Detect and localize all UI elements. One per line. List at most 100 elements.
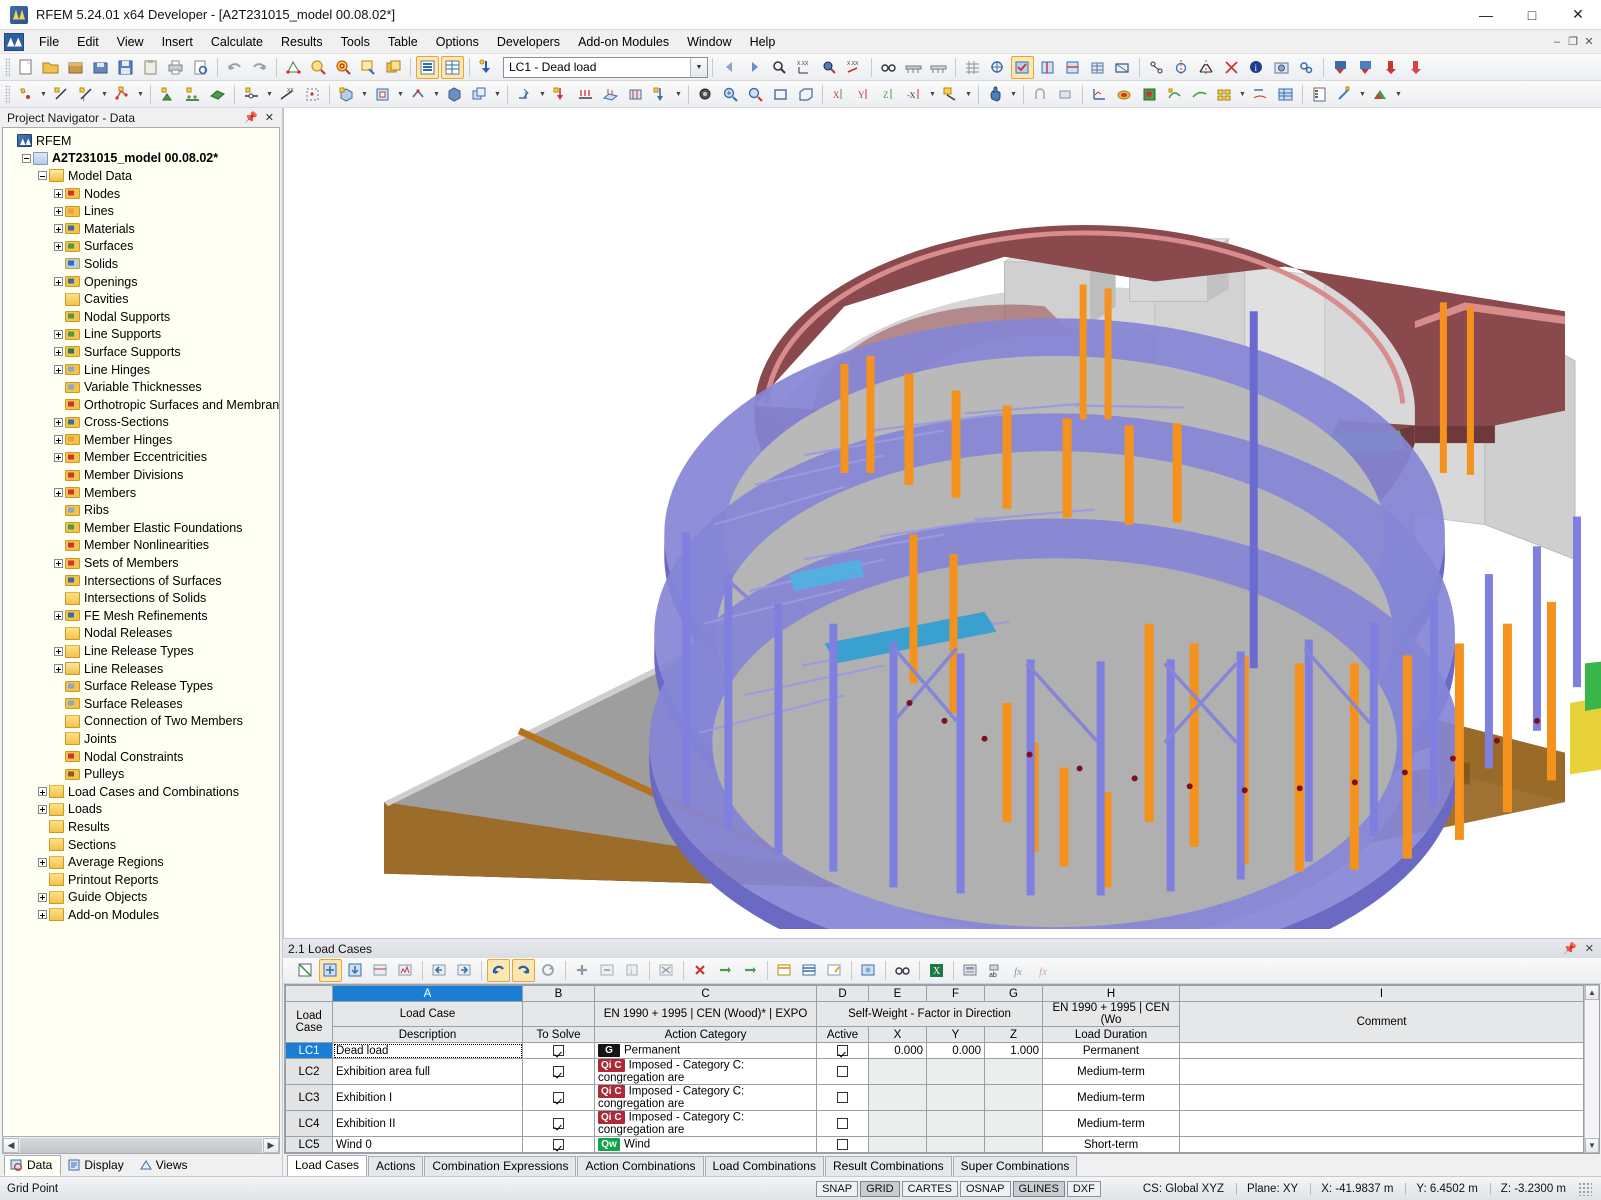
calc2-icon[interactable] xyxy=(1036,56,1059,79)
table-row[interactable]: LC2 Exhibition area full Qi C Imposed - Cat… xyxy=(285,1058,1584,1085)
to-solve-checkbox[interactable] xyxy=(522,1110,595,1137)
factor-y[interactable] xyxy=(926,1136,985,1153)
fe-mesh-icon[interactable] xyxy=(986,56,1009,79)
navigator-tab-display[interactable]: Display xyxy=(61,1155,132,1176)
zoom-detail-icon[interactable] xyxy=(307,56,330,79)
zoom-window-icon[interactable] xyxy=(357,56,380,79)
clipboard-icon[interactable] xyxy=(139,56,162,79)
load-duration[interactable]: Short-term xyxy=(1042,1136,1180,1153)
collapse-icon[interactable] xyxy=(22,153,31,163)
node-link-icon[interactable] xyxy=(1145,56,1168,79)
table-row[interactable]: LC1 Dead load G Permanent 0.000 0.000 1.000 Per… xyxy=(285,1042,1584,1059)
factor-z[interactable] xyxy=(984,1110,1043,1137)
self-weight-active-checkbox[interactable] xyxy=(816,1042,869,1059)
zoom-in-icon[interactable] xyxy=(719,83,742,106)
calculator-icon[interactable] xyxy=(959,959,982,982)
dimension-icon[interactable]: X.XX xyxy=(793,56,816,79)
tree-item-connection-of-two-members[interactable]: Connection of Two Members xyxy=(6,713,279,731)
navigator-tab-data[interactable]: Data xyxy=(4,1155,62,1176)
mirror-icon[interactable] xyxy=(1195,56,1218,79)
member-icon[interactable] xyxy=(407,83,430,106)
expand-icon[interactable] xyxy=(54,488,63,498)
circle-mirror-icon[interactable] xyxy=(1170,56,1193,79)
checkbox[interactable] xyxy=(553,1117,564,1129)
building-icon[interactable] xyxy=(1086,56,1109,79)
checkbox[interactable] xyxy=(553,1091,564,1103)
gears-icon[interactable] xyxy=(1295,56,1318,79)
expand-icon[interactable] xyxy=(54,664,63,674)
surface-icon[interactable] xyxy=(206,83,229,106)
load-duration[interactable]: Medium-term xyxy=(1042,1110,1180,1137)
info-icon[interactable]: i xyxy=(1245,56,1268,79)
solid-icon[interactable] xyxy=(335,83,358,106)
column-letter-d[interactable]: D xyxy=(816,985,869,1002)
tree-item-average-regions[interactable]: Average Regions xyxy=(6,853,279,871)
axis-x-icon[interactable]: X xyxy=(828,83,851,106)
load-duration[interactable]: Permanent xyxy=(1042,1042,1180,1059)
tree-item-loads[interactable]: Loads xyxy=(6,801,279,819)
mdi-close-button[interactable]: ✕ xyxy=(1581,34,1597,50)
tree-item-rfem[interactable]: RFEM xyxy=(6,132,279,150)
factor-x[interactable] xyxy=(868,1110,927,1137)
table-grid-icon[interactable] xyxy=(441,55,464,79)
action-category-cell[interactable]: Qi C Imposed - Category C: congregation a… xyxy=(594,1084,817,1111)
scroll-down-arrow-icon[interactable]: ▼ xyxy=(1585,1138,1599,1153)
table-tab-load-cases[interactable]: Load Cases xyxy=(287,1155,368,1176)
checkbox[interactable] xyxy=(553,1065,564,1077)
redo-icon[interactable] xyxy=(248,56,271,79)
window-close-button[interactable]: ✕ xyxy=(1555,0,1601,30)
status-toggle-snap[interactable]: SNAP xyxy=(816,1180,859,1197)
calc3-icon[interactable] xyxy=(1061,56,1084,79)
expand-icon[interactable] xyxy=(54,646,63,656)
column-letter-b[interactable]: B xyxy=(522,985,595,1002)
navigator-tab-views[interactable]: Views xyxy=(133,1155,197,1176)
menu-window[interactable]: Window xyxy=(678,32,740,52)
load-case-description[interactable]: Exhibition I xyxy=(332,1084,523,1111)
tree-item-member-nonlinearities[interactable]: Member Nonlinearities xyxy=(6,537,279,555)
copy-solid-icon[interactable] xyxy=(468,83,491,106)
status-toggle-dxf[interactable]: DXF xyxy=(1066,1180,1101,1197)
load-case-selector[interactable]: LC1 - Dead load ▼ xyxy=(503,56,708,78)
copy-window-icon[interactable] xyxy=(382,56,405,79)
pick-point-icon[interactable] xyxy=(768,56,791,79)
self-weight-active-checkbox[interactable] xyxy=(816,1058,869,1085)
checkbox[interactable] xyxy=(837,1065,848,1077)
axis-xi-icon[interactable]: -X xyxy=(903,83,926,106)
expand-icon[interactable] xyxy=(38,910,47,920)
section-icon[interactable] xyxy=(1249,83,1272,106)
menu-options[interactable]: Options xyxy=(427,32,488,52)
tree-item-line-supports[interactable]: Line Supports xyxy=(6,326,279,344)
chevron-down-icon[interactable]: ▼ xyxy=(1357,83,1368,106)
close-icon[interactable]: ✕ xyxy=(265,111,274,124)
render-mode-icon[interactable] xyxy=(939,83,962,106)
mesh-gear-icon[interactable] xyxy=(694,83,717,106)
comment-cell[interactable] xyxy=(1179,1110,1584,1137)
checkbox[interactable] xyxy=(553,1138,564,1150)
load-case-id[interactable]: LC1 xyxy=(285,1042,333,1059)
next-arrow-icon[interactable] xyxy=(743,56,766,79)
menu-insert[interactable]: Insert xyxy=(153,32,202,52)
excel-icon[interactable]: X xyxy=(925,959,948,982)
tree-item-materials[interactable]: Materials xyxy=(6,220,279,238)
prev-page-icon[interactable] xyxy=(428,959,451,982)
bridge2-icon[interactable] xyxy=(927,56,950,79)
expand-icon[interactable] xyxy=(54,189,63,199)
load-case-description[interactable]: Exhibition II xyxy=(332,1110,523,1137)
load-duration[interactable]: Medium-term xyxy=(1042,1084,1180,1111)
node-icon[interactable] xyxy=(14,83,37,106)
load-case-description[interactable]: Exhibition area full xyxy=(332,1058,523,1085)
edit-table-icon[interactable] xyxy=(319,959,342,982)
save-package-icon[interactable] xyxy=(89,56,112,79)
model-viewport-3d[interactable] xyxy=(283,108,1601,930)
photo-icon[interactable] xyxy=(1270,56,1293,79)
load-case-id[interactable]: LC3 xyxy=(285,1084,333,1111)
table-list-icon[interactable] xyxy=(416,55,439,79)
window-maximize-button[interactable]: □ xyxy=(1509,0,1555,30)
deform-icon[interactable] xyxy=(1163,83,1186,106)
tree-item-fe-mesh-refinements[interactable]: FE Mesh Refinements xyxy=(6,607,279,625)
tree-item-surfaces[interactable]: Surfaces xyxy=(6,238,279,256)
column-letter-g[interactable]: G xyxy=(984,985,1043,1002)
menu-tools[interactable]: Tools xyxy=(332,32,379,52)
table-tab-load-combinations[interactable]: Load Combinations xyxy=(704,1156,824,1176)
down-blue-icon[interactable] xyxy=(1329,56,1352,79)
